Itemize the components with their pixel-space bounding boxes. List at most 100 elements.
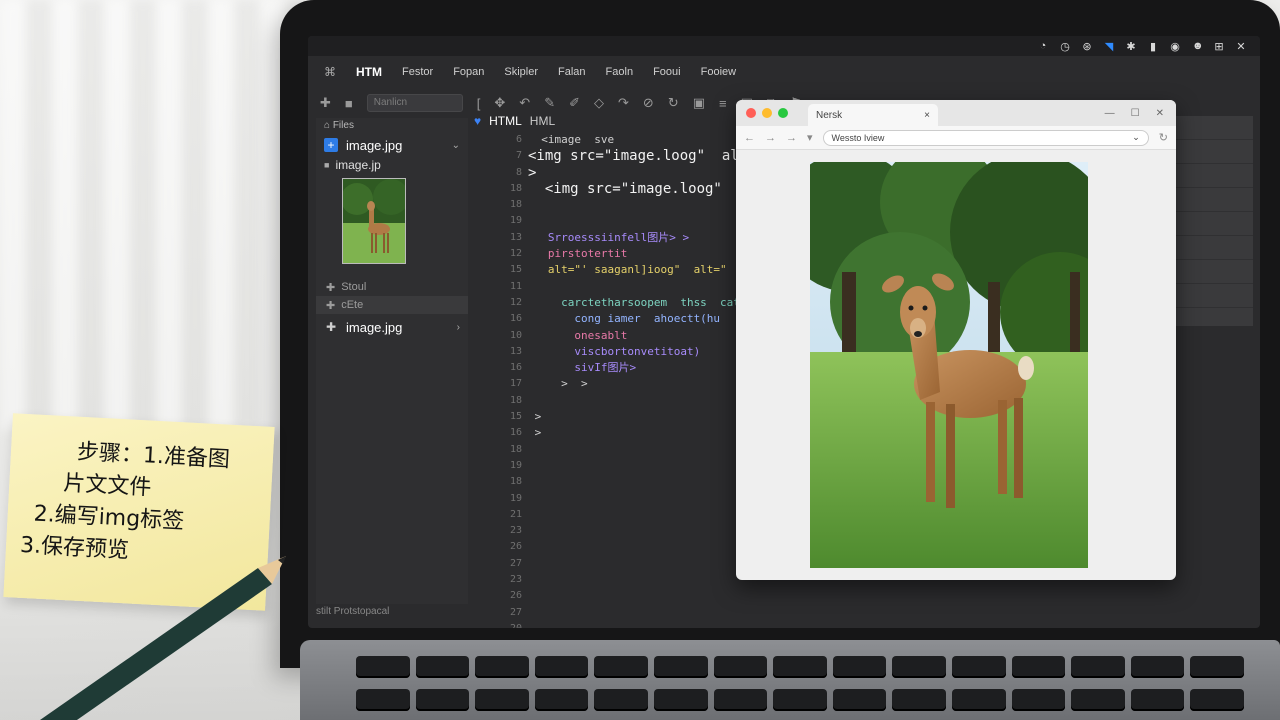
brush-icon[interactable]: ✎ [544, 95, 555, 111]
shape-icon[interactable]: ◇ [594, 95, 604, 111]
menu-item[interactable]: Falan [558, 66, 586, 78]
code-line[interactable]: carctetharsoopem thss cat [528, 295, 768, 311]
system-status-bar: ◔ ◷ ⊛ ◥ ✱ ▮ ◉ ☻ ⊞ ✕ [308, 36, 1260, 56]
file-item[interactable]: ✚ Stoul [316, 278, 468, 296]
line-number: 27 [509, 606, 522, 618]
reload-icon[interactable]: ↻ [1159, 131, 1168, 144]
tab-html[interactable]: ♥ HTML HML [474, 112, 594, 130]
code-line[interactable]: alt="' saaganl]ioog" alt=" [528, 262, 768, 278]
rendered-image [810, 162, 1088, 568]
address-bar[interactable]: Wessto Iview ⌄ [822, 129, 1149, 146]
code-line[interactable] [528, 213, 768, 229]
window-controls: — ☐ ✕ [1105, 108, 1176, 119]
menu-item[interactable]: Fooiew [701, 66, 736, 78]
laptop-keyboard [350, 652, 1250, 720]
pen-icon[interactable]: ✐ [569, 95, 580, 111]
zoom-window-button[interactable] [778, 108, 788, 118]
line-number: 17 [509, 378, 522, 390]
link-icon[interactable]: ⊘ [643, 95, 654, 111]
code-line[interactable]: > [528, 409, 768, 425]
code-line[interactable]: <img src="image.loog" alt=" [528, 148, 768, 164]
add-icon[interactable]: ✚ [326, 281, 335, 294]
browser-navbar: ← → → ▾ Wessto Iview ⌄ ↻ [736, 126, 1176, 150]
refresh-icon[interactable]: ↻ [668, 95, 679, 111]
add-icon[interactable]: + [324, 138, 338, 152]
network-icon[interactable]: ⊛ [1082, 40, 1092, 53]
code-line[interactable]: > [528, 165, 768, 181]
browser-titlebar: Nersk × — ☐ ✕ [736, 100, 1176, 126]
bluetooth-icon[interactable]: ✱ [1126, 40, 1136, 53]
file-item[interactable]: ✚ image.jpg › [316, 316, 468, 338]
undo-icon[interactable]: ↶ [519, 95, 530, 111]
status-footer: stilt Protstopacal [316, 606, 390, 617]
tab-close-icon[interactable]: × [924, 110, 930, 121]
maximize-icon[interactable]: ☐ [1131, 108, 1140, 119]
code-line[interactable] [528, 197, 768, 213]
minimize-window-button[interactable] [762, 108, 772, 118]
file-name: image.jp [335, 158, 381, 172]
menu-item[interactable]: Faoln [606, 66, 634, 78]
line-number: 7 [515, 150, 522, 162]
add-icon[interactable]: ✚ [326, 299, 335, 312]
code-line[interactable]: pirstotertit [528, 246, 768, 262]
code-line[interactable] [528, 279, 768, 295]
close-window-button[interactable] [746, 108, 756, 118]
back-icon[interactable]: ← [744, 132, 755, 144]
line-number: 20 [488, 621, 522, 628]
code-line[interactable]: > [528, 425, 768, 441]
browser-preview-window[interactable]: Nersk × — ☐ ✕ ← → → ▾ Wessto Iview ⌄ ↻ [736, 100, 1176, 580]
app-name[interactable]: HTM [356, 65, 382, 79]
chevron-down-icon[interactable]: ⌄ [1132, 132, 1140, 143]
battery-icon[interactable]: ▮ [1148, 40, 1158, 53]
file-icon: ■ [324, 160, 330, 170]
timer-icon[interactable]: ◔ [1038, 40, 1048, 52]
line-number-gutter: 6 7 8 18 18 19 13 12 15 11 12 16 10 13 16 17 18 15 16 18 19 1… [488, 132, 522, 628]
code-line[interactable]: sivIf图片> [528, 360, 768, 376]
image-thumbnail[interactable] [342, 178, 406, 264]
code-line[interactable]: cong iamer ahoectt(hu [528, 311, 768, 327]
line-number: 12 [509, 248, 522, 260]
dropdown-icon[interactable]: ▾ [807, 131, 813, 144]
clock-icon[interactable]: ◷ [1060, 40, 1070, 53]
browser-tab[interactable]: Nersk × [808, 104, 938, 126]
add-icon[interactable]: ✚ [324, 320, 338, 334]
image-icon[interactable]: ▣ [693, 95, 705, 111]
code-line[interactable]: <image sve [528, 132, 768, 148]
minimize-icon[interactable]: — [1105, 108, 1115, 119]
move-icon[interactable]: ✥ [494, 95, 505, 111]
close-icon[interactable]: ✕ [1236, 40, 1246, 53]
bracket-icon[interactable]: [ [477, 96, 481, 111]
file-name: image.jpg [346, 319, 403, 335]
toolbar-search-input[interactable]: Nanlicn [366, 94, 463, 112]
code-editor[interactable]: <image sve <img src="image.loog" alt=" > <… [528, 132, 768, 612]
line-number: 16 [509, 313, 522, 325]
code-line[interactable]: viscbortonvetitoat) [528, 344, 768, 360]
grid-icon[interactable]: ⊞ [1214, 40, 1224, 53]
chevron-right-icon[interactable]: › [457, 322, 460, 333]
file-item[interactable]: + image.jpg ⌄ [316, 134, 468, 156]
menu-item[interactable]: Fopan [453, 66, 484, 78]
code-line[interactable] [528, 393, 768, 409]
file-item[interactable]: ■ image.jp [316, 156, 468, 174]
user-icon[interactable]: ☻ [1192, 40, 1204, 52]
app-menu-icon[interactable]: ⌘ [324, 65, 336, 79]
code-line[interactable]: > > [528, 376, 768, 392]
menu-item[interactable]: Fooui [653, 66, 681, 78]
menu-item[interactable]: Skipler [504, 66, 538, 78]
square-icon[interactable]: ■ [345, 96, 353, 111]
volume-icon[interactable]: ◉ [1170, 40, 1180, 53]
file-item[interactable]: ✚ cEte [316, 296, 468, 314]
line-number: 12 [509, 296, 522, 308]
wifi-icon[interactable]: ◥ [1104, 40, 1114, 53]
code-line[interactable]: Srroesssiinfell图片> > [528, 230, 768, 246]
forward-icon[interactable]: → [786, 132, 797, 144]
chevron-down-icon[interactable]: ⌄ [452, 140, 460, 151]
align-icon[interactable]: ≡ [719, 96, 727, 111]
forward-icon[interactable]: → [765, 132, 776, 144]
code-line[interactable]: onesablt [528, 328, 768, 344]
close-icon[interactable]: ✕ [1156, 108, 1164, 119]
code-line[interactable]: <img src="image.loog" alt=" [528, 181, 768, 197]
pointer-icon[interactable]: ✚ [320, 95, 331, 111]
redo-icon[interactable]: ↷ [618, 95, 629, 111]
menu-item[interactable]: Festor [402, 66, 433, 78]
